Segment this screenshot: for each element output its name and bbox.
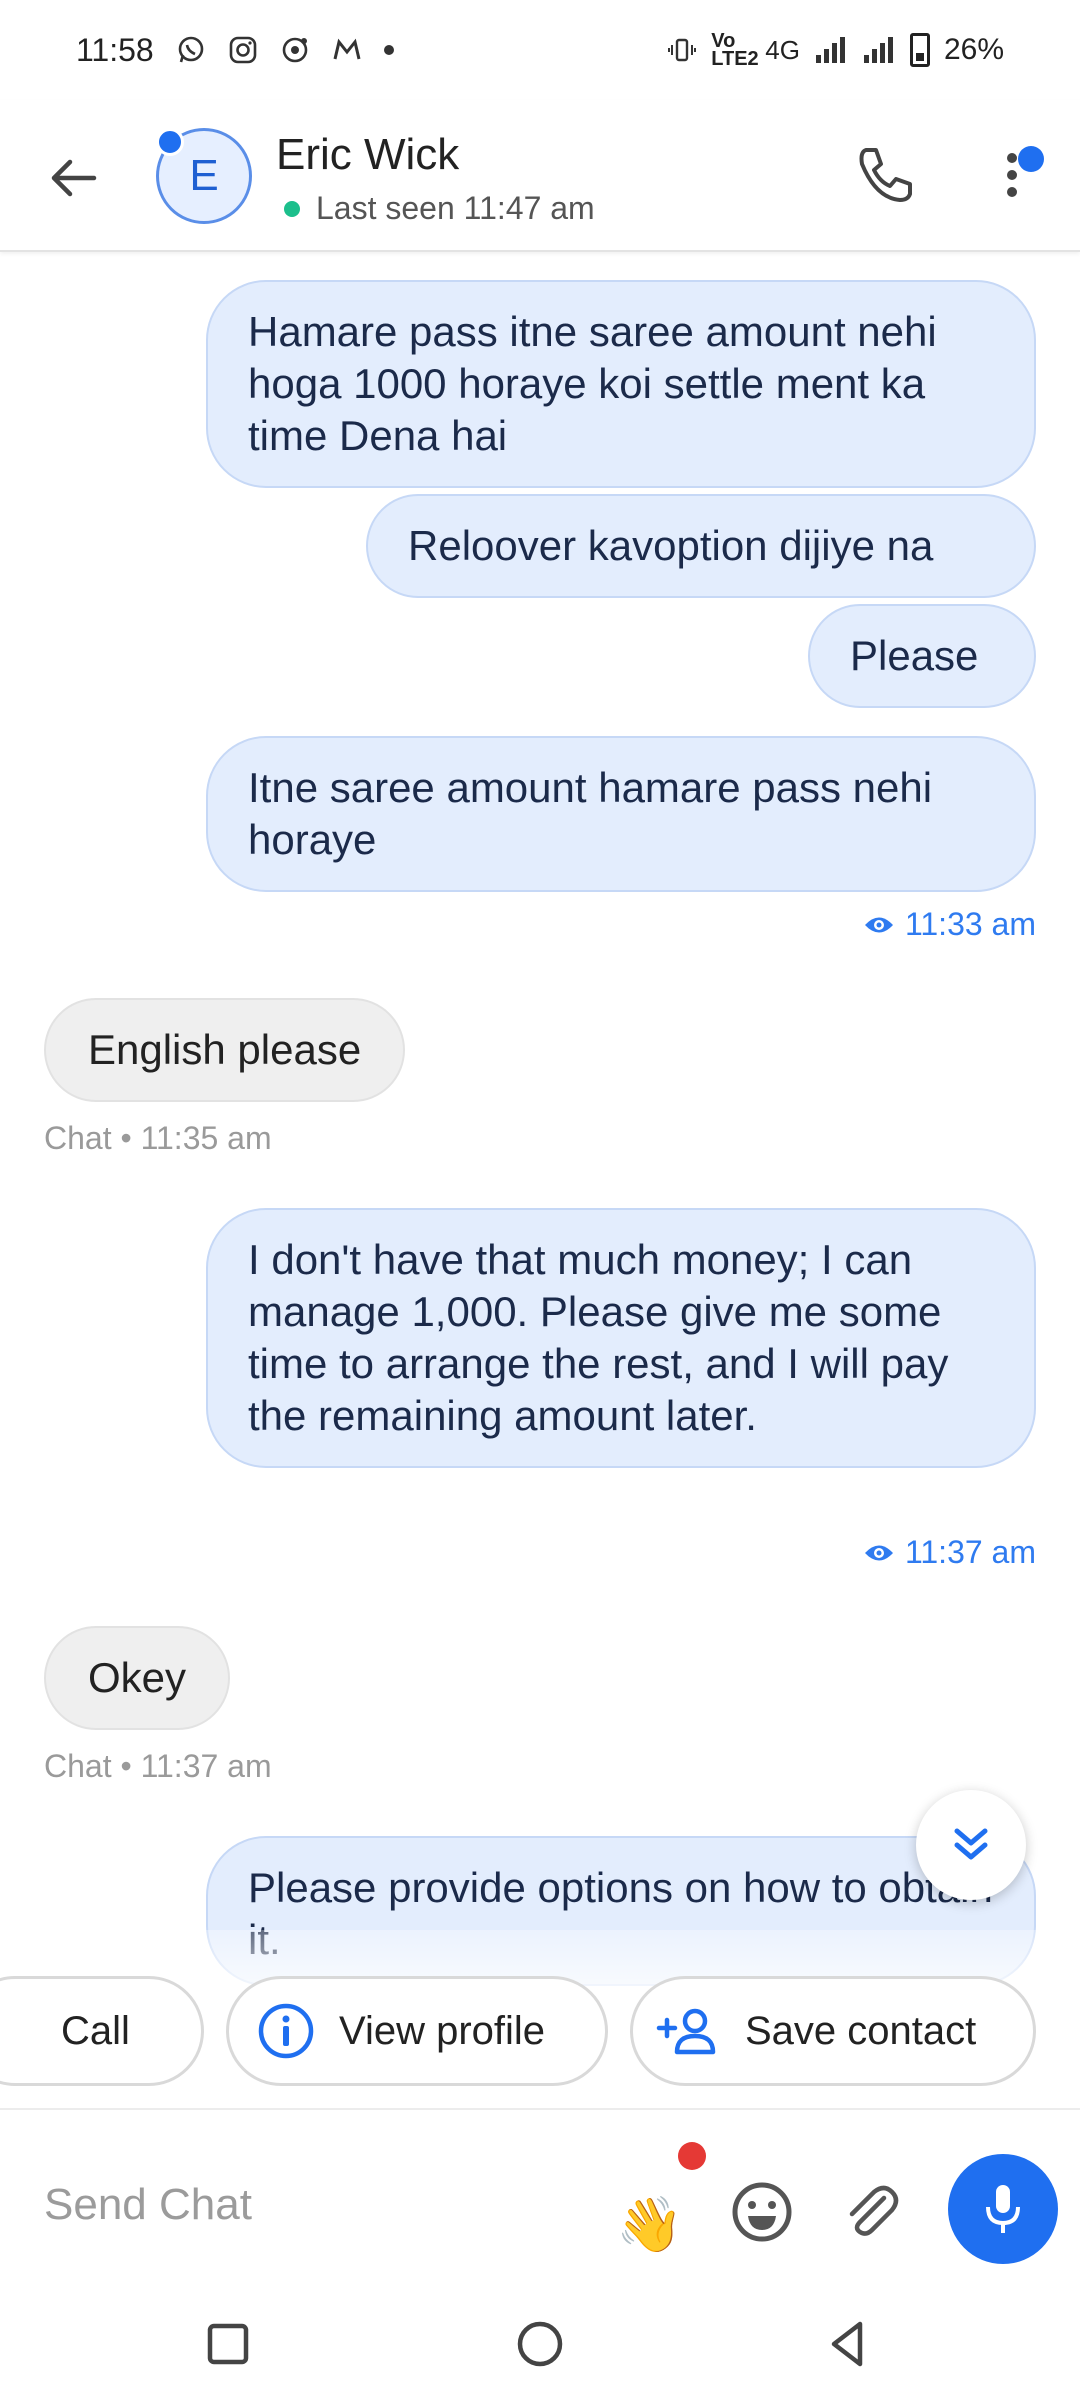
wave-emoji-button[interactable]: 👋 xyxy=(616,2194,683,2257)
chat-timestamp: Chat • 11:37 am xyxy=(44,1748,272,1784)
compose-bar: Send Chat 👋 xyxy=(0,2108,1080,2288)
instagram-icon xyxy=(229,36,257,64)
save-contact-chip[interactable]: Save contact xyxy=(630,1976,1036,2086)
save-contact-label: Save contact xyxy=(745,2008,977,2053)
outgoing-message[interactable]: Hamare pass itne saree amount nehi hoga … xyxy=(206,280,1036,488)
view-profile-chip[interactable]: View profile xyxy=(226,1976,608,2086)
chat-timestamp: Chat • 11:35 am xyxy=(44,1120,272,1156)
double-chevron-down-icon xyxy=(954,1828,988,1860)
call-chip[interactable]: Call xyxy=(0,1976,204,2086)
scroll-to-bottom-button[interactable] xyxy=(916,1790,1026,1900)
contact-name[interactable]: Eric Wick xyxy=(276,130,459,180)
microphone-button[interactable] xyxy=(948,2154,1058,2264)
seen-time: 11:37 am xyxy=(904,1534,1036,1570)
avatar-letter: E xyxy=(189,151,219,200)
status-bar: 11:58 Vo LTE2 4G 26% xyxy=(0,0,1080,100)
system-navigation-bar xyxy=(0,2288,1080,2400)
back-nav-icon[interactable] xyxy=(818,2314,878,2374)
battery-percent: 26% xyxy=(943,33,1004,66)
whatsapp-icon xyxy=(178,36,204,63)
battery-icon xyxy=(909,33,930,67)
status-dot xyxy=(284,200,300,217)
notification-dot xyxy=(1018,146,1044,172)
wave-notification-dot xyxy=(678,2142,706,2170)
chat-header: E Eric Wick Last seen 11:47 am xyxy=(0,100,1080,252)
more-notifications-dot xyxy=(383,45,394,55)
vibrate-icon xyxy=(668,38,697,62)
seen-timestamp: 11:37 am xyxy=(863,1534,1036,1571)
microphone-icon xyxy=(986,2185,1020,2233)
recent-apps-icon[interactable] xyxy=(198,2314,258,2374)
signal-icon-2 xyxy=(863,37,893,63)
status-time: 11:58 xyxy=(76,31,154,68)
view-profile-label: View profile xyxy=(339,2008,546,2053)
last-seen-status: Last seen 11:47 am xyxy=(284,190,595,227)
info-icon xyxy=(258,2003,314,2059)
seen-timestamp: 11:33 am xyxy=(863,906,1036,943)
emoji-icon[interactable] xyxy=(730,2180,794,2244)
outgoing-message[interactable]: Itne saree amount hamare pass nehi horay… xyxy=(206,736,1036,892)
seen-time: 11:33 am xyxy=(904,906,1036,942)
call-chip-label: Call xyxy=(61,2008,130,2053)
signal-icon xyxy=(815,37,845,63)
add-person-icon xyxy=(656,2008,716,2055)
outgoing-message[interactable]: Reloover kavoption dijiye na xyxy=(366,494,1036,598)
last-seen-text: Last seen 11:47 am xyxy=(316,190,595,226)
threads-icon xyxy=(282,37,308,63)
home-icon[interactable] xyxy=(510,2314,570,2374)
incoming-message[interactable]: Okey xyxy=(44,1626,231,1730)
premium-badge-icon xyxy=(156,128,184,156)
back-arrow-icon[interactable] xyxy=(44,148,104,208)
phone-icon[interactable] xyxy=(848,140,918,210)
outgoing-message[interactable]: I don't have that much money; I can mana… xyxy=(206,1208,1036,1468)
network-type: 4G xyxy=(765,34,800,65)
seen-eye-icon xyxy=(864,917,893,932)
incoming-message[interactable]: English please xyxy=(44,998,406,1102)
gmail-icon xyxy=(333,38,361,60)
send-chat-input[interactable]: Send Chat xyxy=(44,2180,252,2230)
seen-eye-icon xyxy=(864,1545,893,1560)
network-label: Vo LTE2 xyxy=(711,30,759,70)
outgoing-message[interactable]: Please xyxy=(808,604,1036,708)
attachment-icon[interactable] xyxy=(840,2180,904,2244)
